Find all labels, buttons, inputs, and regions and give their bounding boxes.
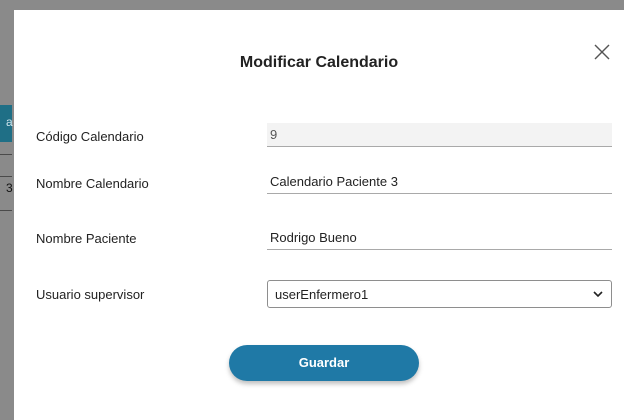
close-icon [594,44,610,60]
dialog-title: Modificar Calendario [239,54,399,71]
close-button[interactable] [592,42,612,62]
nombre-calendario-label: Nombre Calendario [36,176,149,191]
save-button[interactable]: Guardar [229,345,419,381]
background-table-cell [0,210,12,236]
background-table-cell: 3 [0,176,13,199]
nombre-paciente-field[interactable] [267,226,612,250]
nombre-calendario-field[interactable] [267,170,612,194]
chevron-down-icon [593,291,603,298]
usuario-supervisor-label: Usuario supervisor [36,287,145,302]
codigo-calendario-label: Código Calendario [36,129,144,144]
usuario-supervisor-select[interactable]: userEnfermero1 [267,280,612,308]
background-cell-text: 3 [6,181,13,195]
background-header-cell: a [0,105,13,142]
modify-calendar-dialog: Modificar Calendario Código Calendario N… [14,10,624,420]
background-header-text: a [6,115,13,129]
usuario-supervisor-selected-value: userEnfermero1 [275,287,369,302]
nombre-paciente-label: Nombre Paciente [36,231,137,246]
codigo-calendario-field[interactable] [267,123,612,147]
background-table-cell [0,154,12,177]
